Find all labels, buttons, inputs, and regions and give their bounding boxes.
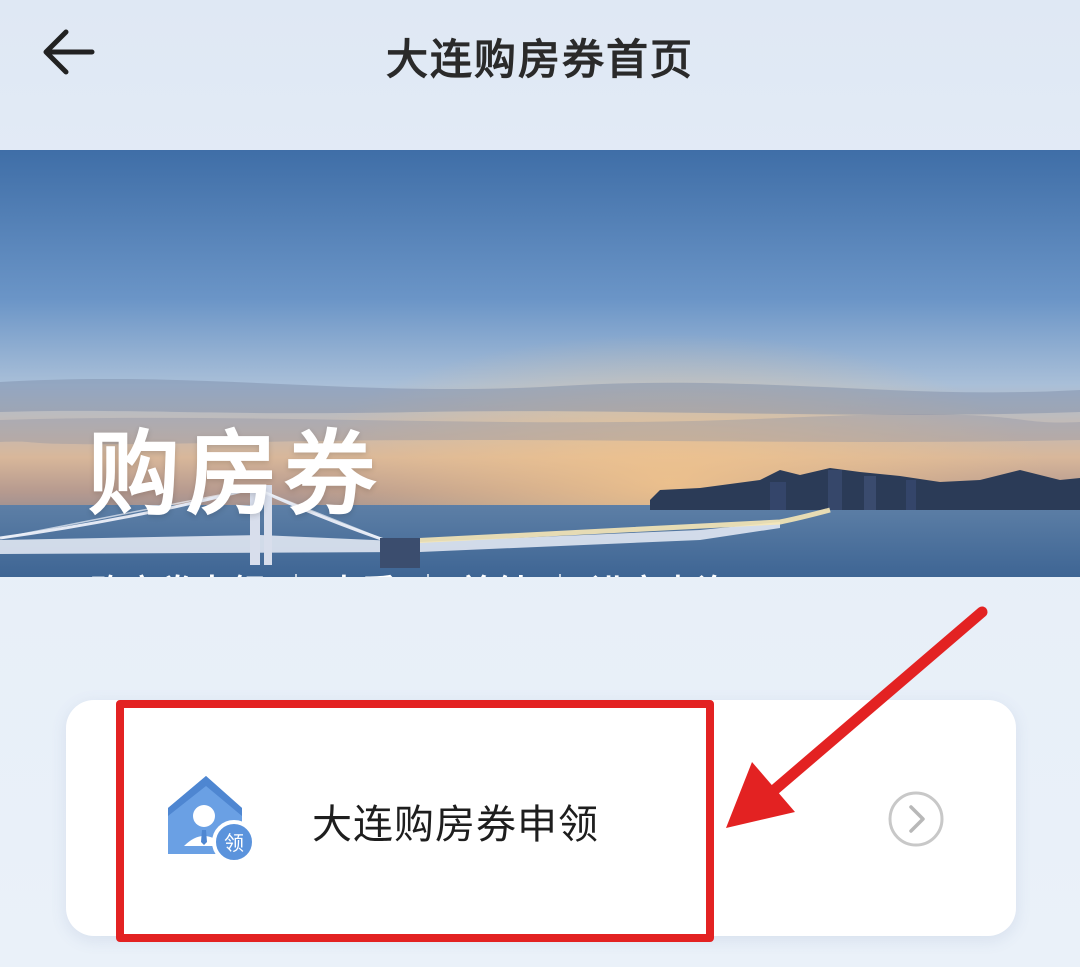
- top-bar: 大连购房券首页: [0, 0, 1080, 110]
- banner-nav-progress[interactable]: 进度查询: [591, 565, 731, 578]
- banner-nav-apply[interactable]: 购房券申领: [90, 565, 265, 578]
- house-user-icon: 领: [168, 776, 256, 864]
- banner-nav: 购房券申领 查看 兑付 进度查询: [90, 564, 731, 577]
- banner-nav-view[interactable]: 查看: [327, 565, 397, 578]
- banner-nav-redeem[interactable]: 兑付: [459, 565, 529, 578]
- nav-divider: [427, 574, 429, 577]
- chevron-right-circle-icon[interactable]: [886, 789, 946, 849]
- icon-badge-text: 领: [224, 831, 244, 855]
- page-title: 大连购房券首页: [385, 35, 694, 84]
- apply-card[interactable]: 领 大连购房券申领: [66, 700, 1016, 936]
- nav-divider: [295, 574, 297, 577]
- banner: 购房券 购房券申领 查看 兑付 进度查询: [0, 150, 1080, 577]
- banner-title: 购房券: [88, 421, 383, 528]
- nav-divider: [559, 574, 561, 577]
- apply-card-label: 大连购房券申领: [312, 802, 599, 848]
